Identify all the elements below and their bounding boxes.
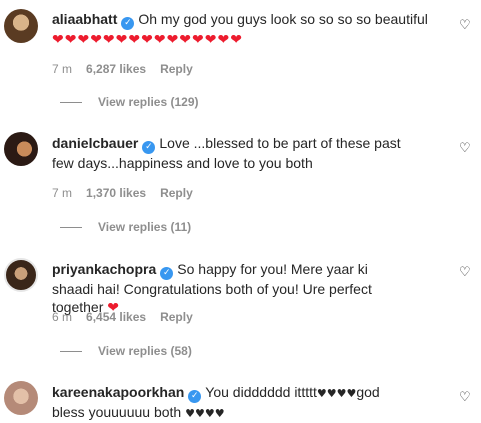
heart-emojis: ♥♥♥♥: [185, 407, 225, 420]
comment-text: aliaabhatt ✓ Oh my god you guys look so so…: [52, 10, 444, 49]
view-replies-label: View replies (129): [98, 95, 199, 109]
heart-outline-icon[interactable]: ♡: [459, 266, 471, 279]
view-replies-button[interactable]: View replies (58): [60, 344, 192, 358]
likes-count[interactable]: 6,287 likes: [86, 62, 146, 76]
heart-outline-icon[interactable]: ♡: [459, 19, 471, 32]
divider-line: [60, 102, 82, 104]
view-replies-button[interactable]: View replies (11): [60, 220, 191, 234]
view-replies-label: View replies (11): [98, 220, 192, 234]
divider-line: [60, 351, 82, 353]
divider-line: [60, 227, 82, 229]
heart-emojis: ♥♥♥♥: [316, 387, 357, 400]
verified-badge-icon: ✓: [142, 141, 156, 154]
reply-button[interactable]: Reply: [160, 62, 193, 76]
username-link[interactable]: kareenakapoorkhan: [52, 384, 184, 400]
verified-badge-icon: ✓: [188, 390, 202, 403]
comment-meta: 7 m 6,287 likes Reply: [52, 62, 207, 76]
avatar[interactable]: [4, 258, 38, 292]
likes-count[interactable]: 1,370 likes: [86, 186, 146, 200]
comment-meta: 6 m 6,454 likes Reply: [52, 310, 207, 324]
comment-item: priyankachopra ✓ So happy for you! Mere ya…: [0, 249, 481, 361]
timestamp: 7 m: [52, 186, 73, 200]
comment-text: danielcbauer ✓ Love ...blessed to be part …: [52, 134, 412, 172]
heart-emojis: ❤❤❤❤❤❤❤❤❤❤❤❤❤❤❤: [52, 32, 243, 48]
reply-button[interactable]: Reply: [160, 310, 193, 324]
comment-text: priyankachopra ✓ So happy for you! Mere ya…: [52, 260, 412, 317]
verified-badge-icon: ✓: [121, 17, 135, 30]
comment-text: kareenakapoorkhan ✓ You didddddd ittttt♥♥♥…: [52, 383, 412, 423]
timestamp: 7 m: [52, 62, 73, 76]
verified-badge-icon: ✓: [160, 267, 174, 280]
comment-meta: 7 m 1,370 likes Reply: [52, 186, 207, 200]
username-link[interactable]: aliaabhatt: [52, 11, 117, 27]
reply-button[interactable]: Reply: [160, 186, 193, 200]
username-link[interactable]: priyankachopra: [52, 261, 156, 277]
timestamp: 6 m: [52, 310, 73, 324]
comment-body-start: You didddddd ittttt: [205, 384, 317, 400]
comment-item: kareenakapoorkhan ✓ You didddddd ittttt♥♥♥…: [0, 372, 481, 423]
likes-count[interactable]: 6,454 likes: [86, 310, 146, 324]
heart-outline-icon[interactable]: ♡: [459, 142, 471, 155]
heart-outline-icon[interactable]: ♡: [459, 391, 471, 404]
comment-item: danielcbauer ✓ Love ...blessed to be part …: [0, 122, 481, 234]
comment-body: Oh my god you guys look so so so so beau…: [138, 11, 428, 27]
comment-item: aliaabhatt ✓ Oh my god you guys look so so…: [0, 0, 481, 112]
view-replies-label: View replies (58): [98, 344, 192, 358]
avatar[interactable]: [4, 9, 38, 43]
avatar[interactable]: [4, 132, 38, 166]
avatar[interactable]: [4, 381, 38, 415]
username-link[interactable]: danielcbauer: [52, 135, 138, 151]
view-replies-button[interactable]: View replies (129): [60, 95, 199, 109]
